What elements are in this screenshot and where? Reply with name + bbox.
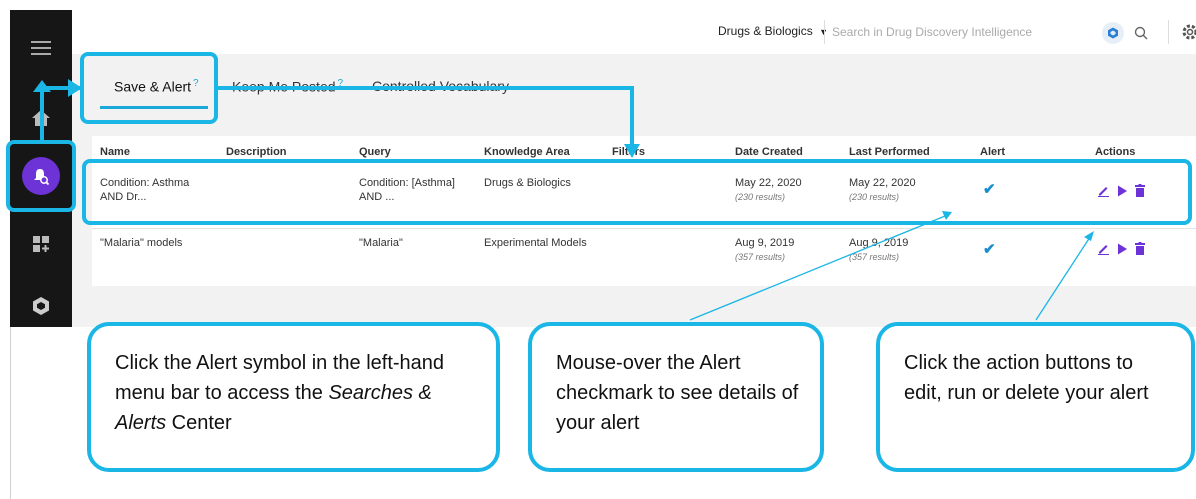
column-header-last-performed[interactable]: Last Performed: [849, 146, 930, 158]
page-border: [10, 327, 11, 499]
header-divider: [1168, 20, 1169, 44]
search-input[interactable]: [832, 19, 1062, 45]
tab-controlled-vocabulary-label: Controlled Vocabulary: [372, 78, 509, 94]
saved-searches-table: Name Description Query Knowledge Area Fi…: [92, 136, 1196, 286]
column-header-name[interactable]: Name: [100, 146, 130, 158]
menu-button[interactable]: [10, 28, 72, 68]
callout-action-buttons: Click the action buttons to edit, run or…: [876, 322, 1195, 472]
help-icon[interactable]: ?: [193, 78, 199, 89]
tab-keep-me-posted[interactable]: Keep Me Posted?: [232, 78, 343, 95]
top-header: Drugs & Biologics ▼: [72, 10, 1196, 54]
help-icon[interactable]: ?: [338, 78, 344, 89]
edit-icon[interactable]: [1097, 242, 1110, 255]
table-row[interactable]: Condition: Asthma AND Dr... Condition: […: [92, 174, 1196, 228]
row-knowledge-area: Drugs & Biologics: [484, 177, 571, 189]
connector-arrow-icon: [33, 80, 51, 92]
connector-arrow-icon: [68, 79, 82, 97]
knowledge-area-dropdown[interactable]: Drugs & Biologics ▼: [718, 24, 828, 38]
header-divider: [824, 20, 825, 44]
callout-alert-menu-text-end: Center: [166, 412, 232, 434]
callout-alert-checkmark-text: Mouse-over the Alert checkmark to see de…: [556, 352, 799, 434]
row-divider: [92, 228, 1196, 229]
alerts-button[interactable]: [10, 154, 72, 198]
row-last-performed: May 22, 2020 (230 results): [849, 176, 916, 204]
date-created-value: Aug 9, 2019: [735, 237, 795, 249]
left-sidebar: [10, 10, 72, 327]
date-created-results: (357 results): [735, 252, 786, 262]
row-date-created: Aug 9, 2019 (357 results): [735, 236, 794, 264]
tab-keep-me-posted-label: Keep Me Posted: [232, 78, 336, 95]
delete-icon[interactable]: [1135, 242, 1145, 255]
row-name[interactable]: Condition: Asthma AND Dr...: [100, 176, 200, 204]
logo-icon: [33, 297, 49, 315]
row-date-created: May 22, 2020 (230 results): [735, 176, 802, 204]
run-icon[interactable]: [1117, 243, 1128, 255]
column-header-query[interactable]: Query: [359, 146, 391, 158]
column-header-actions[interactable]: Actions: [1095, 146, 1135, 158]
row-name[interactable]: "Malaria" models: [100, 236, 210, 250]
callout-alert-menu: Click the Alert symbol in the left-hand …: [87, 322, 500, 472]
row-knowledge-area: Experimental Models: [484, 237, 587, 249]
column-header-alert[interactable]: Alert: [980, 146, 1005, 158]
knowledge-area-dropdown-label: Drugs & Biologics: [718, 24, 813, 38]
tab-save-alert[interactable]: Save & Alert?: [114, 78, 199, 95]
search-icon[interactable]: [1130, 22, 1152, 44]
product-logo-button[interactable]: [10, 286, 72, 326]
alert-check-icon[interactable]: ✔: [983, 180, 996, 198]
row-actions: [1097, 242, 1145, 255]
tab-save-alert-label: Save & Alert: [114, 78, 192, 95]
active-tab-indicator: [100, 106, 208, 109]
last-performed-results: (357 results): [849, 252, 900, 262]
edit-icon[interactable]: [1097, 184, 1110, 197]
settings-gear-icon[interactable]: [1180, 22, 1196, 44]
run-icon[interactable]: [1117, 185, 1128, 197]
column-header-knowledge-area[interactable]: Knowledge Area: [484, 146, 570, 158]
menu-icon: [31, 41, 51, 55]
tab-controlled-vocabulary[interactable]: Controlled Vocabulary: [372, 78, 509, 94]
alert-search-icon: [22, 157, 60, 195]
date-created-results: (230 results): [735, 192, 786, 202]
connector-arrow-icon: [624, 144, 640, 158]
row-actions: [1097, 184, 1145, 197]
main-content: Save & Alert? Keep Me Posted? Controlled…: [72, 54, 1196, 327]
last-performed-value: Aug 9, 2019: [849, 237, 909, 249]
callout-action-buttons-text: Click the action buttons to edit, run or…: [904, 352, 1149, 404]
last-performed-results: (230 results): [849, 192, 900, 202]
tutorial-screenshot: Drugs & Biologics ▼ Save & Alert? Keep M…: [0, 0, 1196, 499]
dashboard-button[interactable]: [10, 224, 72, 264]
date-created-value: May 22, 2020: [735, 177, 802, 189]
home-icon: [32, 110, 50, 126]
callout-alert-checkmark: Mouse-over the Alert checkmark to see de…: [528, 322, 824, 472]
row-query: "Malaria": [359, 237, 403, 249]
alert-check-icon[interactable]: ✔: [983, 240, 996, 258]
column-header-description[interactable]: Description: [226, 146, 287, 158]
last-performed-value: May 22, 2020: [849, 177, 916, 189]
cube-icon[interactable]: [1102, 22, 1124, 44]
row-last-performed: Aug 9, 2019 (357 results): [849, 236, 908, 264]
table-row[interactable]: "Malaria" models "Malaria" Experimental …: [92, 232, 1196, 272]
row-query: Condition: [Asthma] AND ...: [359, 177, 455, 203]
delete-icon[interactable]: [1135, 184, 1145, 197]
dashboard-icon: [33, 236, 49, 252]
home-button[interactable]: [10, 98, 72, 138]
column-header-date-created[interactable]: Date Created: [735, 146, 803, 158]
